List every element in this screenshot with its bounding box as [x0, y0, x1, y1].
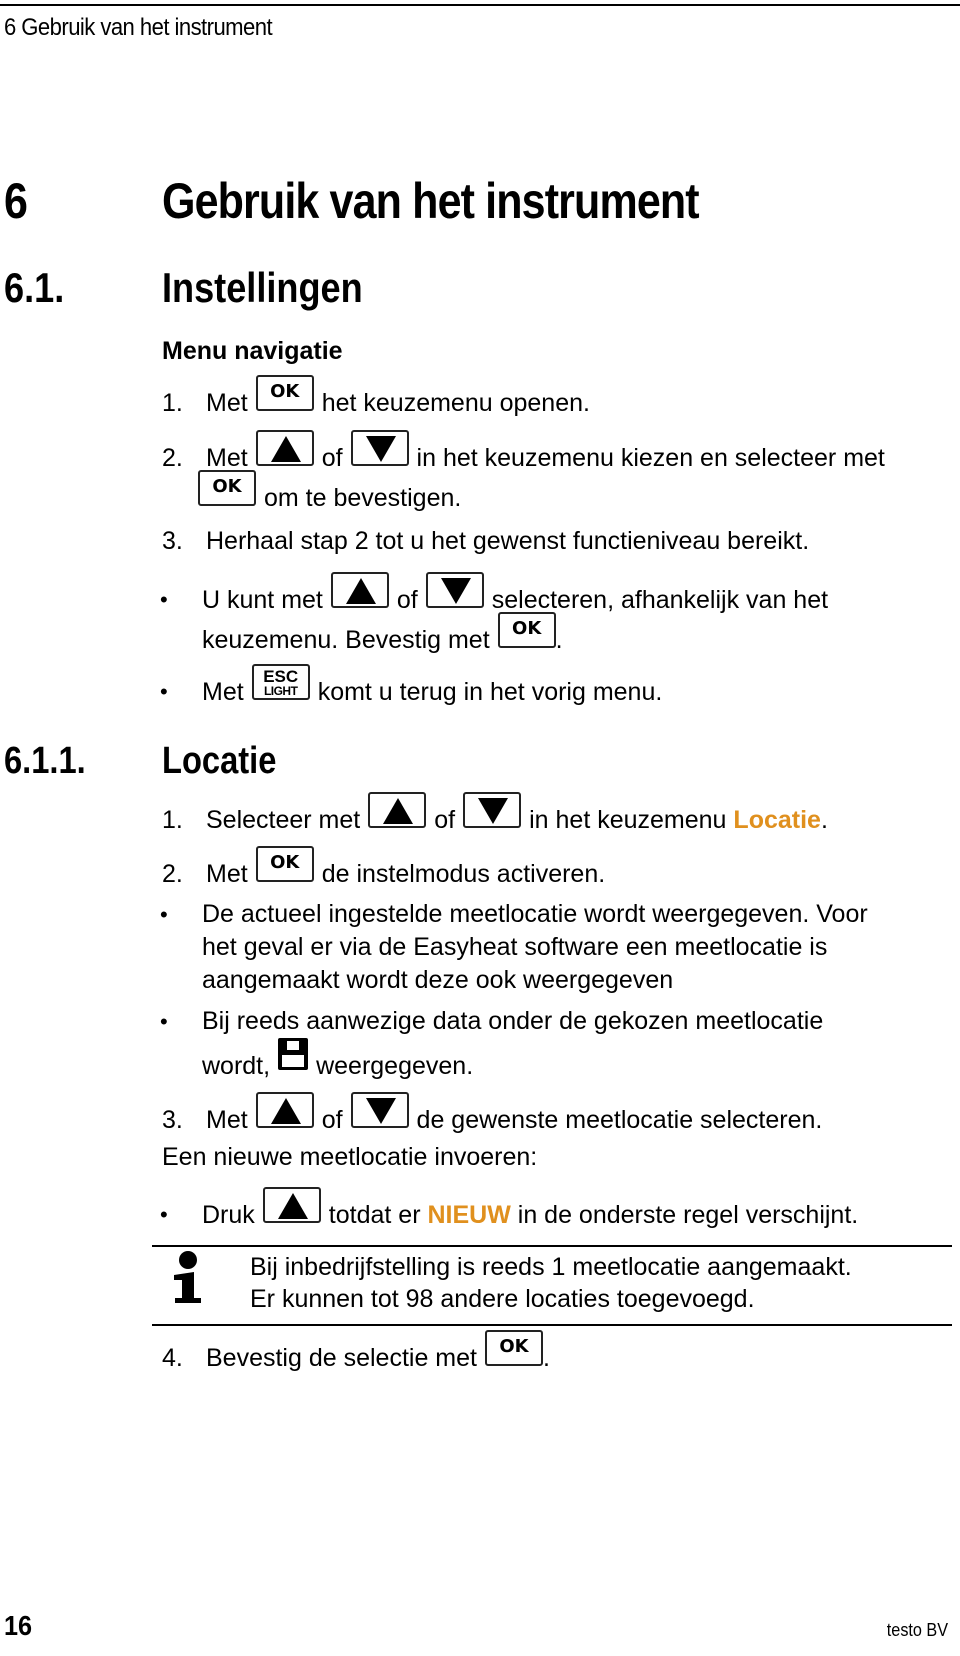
subsection-title: Locatie — [162, 740, 277, 782]
bullet-text: Met — [202, 677, 244, 706]
nav-step-3: 3. Herhaal stap 2 tot u het gewenst func… — [162, 527, 809, 556]
new-location-heading: Een nieuwe meetlocatie invoeren: — [162, 1143, 538, 1171]
bullet-text: of — [396, 585, 418, 614]
step-number: 2. — [162, 443, 183, 472]
down-arrow-key-icon — [425, 572, 484, 608]
chapter-number: 6 — [4, 173, 28, 229]
bullet-text: Druk — [202, 1200, 255, 1229]
step-number: 2. — [162, 859, 183, 888]
header-rule — [0, 4, 960, 6]
locatie-step-3: 3. Met of de gewenste meetlocatie select… — [162, 1092, 823, 1138]
down-arrow-key-icon — [350, 1092, 409, 1128]
save-icon — [278, 1038, 309, 1070]
nav-bullet-1: • U kunt met of selecteren, afhankelijk … — [158, 572, 829, 618]
up-arrow-key-icon — [262, 1187, 321, 1223]
page-number: 16 — [4, 1610, 33, 1641]
note-bottom-rule — [152, 1324, 952, 1326]
bullet: • — [160, 587, 168, 612]
step-text: of — [321, 443, 343, 472]
down-arrow-key-icon — [350, 430, 409, 466]
bullet-text: komt u terug in het vorig menu. — [317, 677, 663, 706]
up-arrow-key-icon — [255, 1092, 314, 1128]
locatie-bullet-2-continued: wordt, weergegeven. — [202, 1038, 474, 1082]
nav-step-2: 2. Met of in het keuzemenu kiezen en sel… — [162, 430, 885, 476]
nav-bullet-2: • Met ESC LIGHT komt u terug in het vori… — [158, 664, 663, 710]
esc-label: ESC — [263, 666, 299, 686]
bullet-text: het geval er via de Easyheat software ee… — [202, 933, 828, 961]
up-arrow-key-icon — [330, 572, 389, 608]
ok-key-icon — [255, 375, 314, 411]
step-text: Selecteer met — [206, 805, 361, 834]
bullet-text: selecteren, afhankelijk van het — [491, 585, 829, 614]
step-text: om te bevestigen. — [264, 483, 462, 512]
locatie-step-4: 4. Bevestig de selectie met . — [162, 1330, 550, 1376]
step-text: in het keuzemenu — [529, 805, 727, 834]
bullet-text: U kunt met — [202, 585, 323, 614]
esc-light-key-icon: ESC LIGHT — [251, 664, 310, 700]
step-text: de instelmodus activeren. — [321, 859, 606, 888]
step-number: 3. — [162, 527, 183, 555]
locatie-bullet-3: • Druk totdat er NIEUW in de onderste re… — [158, 1187, 859, 1233]
section-number: 6.1. — [4, 264, 65, 311]
bullet-text: wordt, — [202, 1051, 271, 1080]
bullet-text: Bij reeds aanwezige data onder de gekoze… — [202, 1007, 824, 1035]
light-label: LIGHT — [263, 683, 298, 698]
step-text: of — [321, 1105, 343, 1134]
section-title: Instellingen — [162, 264, 363, 311]
bullet-text: in de onderste regel verschijnt. — [517, 1200, 859, 1229]
locatie-bullet-2: • Bij reeds aanwezige data onder de geko… — [158, 1007, 823, 1036]
chapter-title: Gebruik van het instrument — [162, 173, 700, 229]
step-number: 3. — [162, 1105, 183, 1134]
step-text: Met — [206, 1105, 248, 1134]
nieuw-highlight: NIEUW — [427, 1200, 511, 1229]
step-number: 1. — [162, 805, 183, 834]
ok-key-icon — [484, 1330, 543, 1366]
bullet: • — [160, 1202, 168, 1227]
down-arrow-key-icon — [463, 792, 522, 828]
step-text: Bevestig de selectie met — [206, 1343, 477, 1372]
step-text: Met — [206, 443, 248, 472]
info-icon — [174, 1251, 201, 1303]
footer-brand: testo BV — [886, 1620, 948, 1640]
step-text: Herhaal stap 2 tot u het gewenst functie… — [206, 527, 810, 555]
step-number: 1. — [162, 388, 183, 417]
locatie-step-2: 2. Met de instelmodus activeren. — [162, 846, 606, 892]
running-header: 6 Gebruik van het instrument — [4, 14, 273, 41]
note-text: Er kunnen tot 98 andere locaties toegevo… — [250, 1285, 755, 1313]
ok-key-icon — [198, 470, 256, 506]
nav-step-2-continued: om te bevestigen. — [198, 470, 462, 516]
note-top-rule — [152, 1245, 952, 1247]
bullet: • — [160, 1008, 168, 1034]
step-text: Met — [206, 388, 248, 417]
bullet-text: weergegeven. — [316, 1051, 474, 1080]
step-text: in het keuzemenu kiezen en selecteer met — [416, 443, 885, 472]
note-text: Bij inbedrijfstelling is reeds 1 meetloc… — [250, 1253, 852, 1281]
step-text: . — [820, 805, 828, 834]
bullet-text: . — [555, 625, 563, 654]
menu-navigation-heading: Menu navigatie — [162, 337, 343, 365]
locatie-step-1: 1. Selecteer met of in het keuzemenu Loc… — [162, 792, 828, 838]
step-text: de gewenste meetlocatie selecteren. — [416, 1105, 823, 1134]
up-arrow-key-icon — [255, 430, 314, 466]
step-text: . — [542, 1343, 550, 1372]
ok-key-icon — [497, 612, 556, 648]
locatie-bullet-1: • De actueel ingestelde meetlocatie word… — [158, 900, 868, 929]
step-text: of — [434, 805, 456, 834]
subsection-number: 6.1.1. — [4, 740, 86, 782]
bullet-text: totdat er — [328, 1200, 421, 1229]
bullet-text: aangemaakt wordt deze ook weergegeven — [202, 966, 674, 994]
step-text: het keuzemenu openen. — [321, 388, 590, 417]
nav-bullet-1-continued: keuzemenu. Bevestig met . — [202, 612, 563, 658]
step-text: Met — [206, 859, 248, 888]
locatie-highlight: Locatie — [733, 805, 821, 834]
bullet: • — [160, 901, 168, 927]
up-arrow-key-icon — [368, 792, 427, 828]
bullet-text: keuzemenu. Bevestig met — [202, 625, 490, 654]
step-number: 4. — [162, 1343, 183, 1372]
nav-step-1: 1. Met het keuzemenu openen. — [162, 375, 590, 421]
ok-key-icon — [255, 846, 314, 882]
bullet: • — [160, 679, 168, 704]
bullet-text: De actueel ingestelde meetlocatie wordt … — [202, 900, 868, 928]
